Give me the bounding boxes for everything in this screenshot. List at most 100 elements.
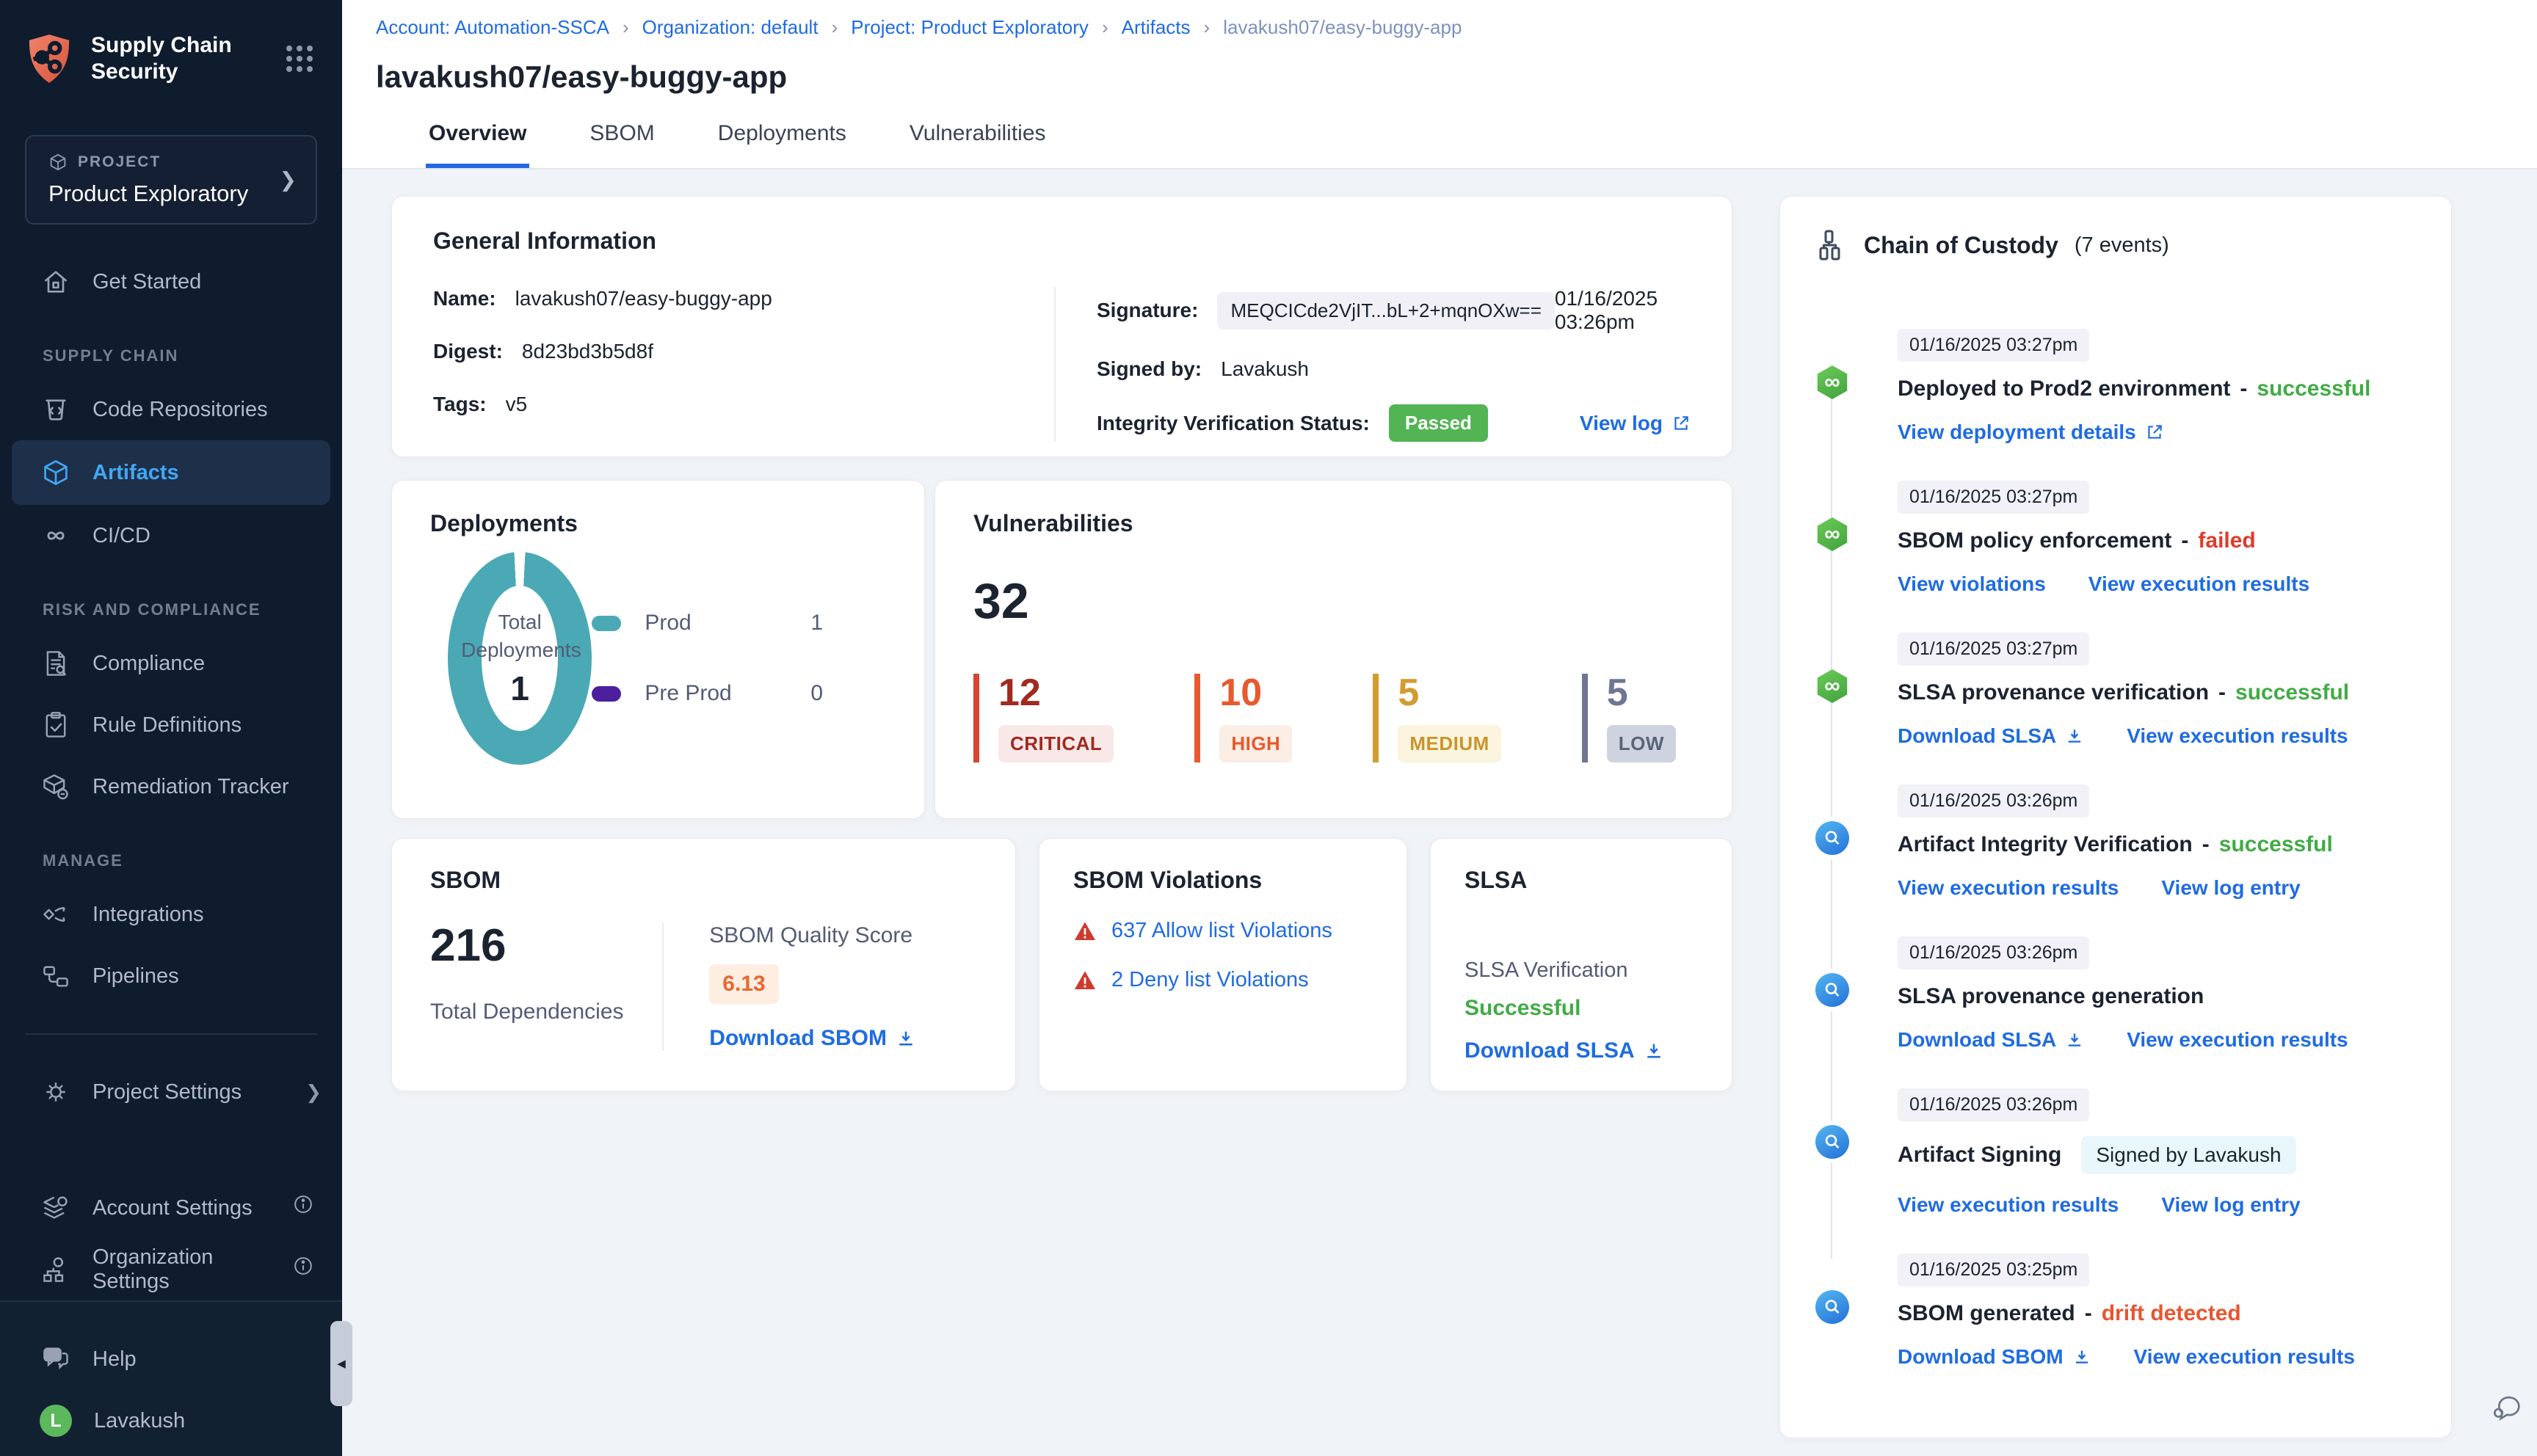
vulnerabilities-card: Vulnerabilities 32 12 CRITICAL 10 HIGH 5 [934, 480, 1732, 819]
pipeline-hexagon-icon: ∞ [1817, 365, 1848, 399]
project-selector[interactable]: PROJECT Product Exploratory ❯ [25, 135, 317, 225]
project-label: PROJECT [78, 153, 161, 170]
allow-list-violations-link[interactable]: 637 Allow list Violations [1111, 919, 1332, 943]
vulnerabilities-title: Vulnerabilities [973, 510, 1133, 536]
view-log-link[interactable]: View log [1580, 412, 1691, 435]
view-execution-results-link[interactable]: View execution results [2127, 724, 2348, 748]
artifact-tags-row: Tags: v5 [433, 393, 528, 415]
download-icon [896, 1028, 916, 1049]
event-timestamp: 01/16/2025 03:27pm [1898, 481, 2090, 514]
view-log-entry-link[interactable]: View log entry [2161, 1193, 2300, 1217]
sidebar-item-get-started[interactable]: Get Started [0, 251, 342, 313]
sidebar-collapse-handle[interactable]: ◀ [330, 1321, 352, 1406]
view-log-entry-link[interactable]: View log entry [2161, 876, 2300, 900]
general-information-card: General Information Name: lavakush07/eas… [391, 196, 1732, 457]
deployments-donut-chart: Total Deployments 1 [448, 552, 592, 765]
breadcrumb-current: lavakush07/easy-buggy-app [1223, 16, 1462, 38]
chain-of-custody-icon [1815, 229, 1848, 261]
tab-deployments[interactable]: Deployments [715, 121, 849, 168]
download-slsa-link[interactable]: Download SLSA [1898, 724, 2084, 748]
chat-support-icon[interactable] [2489, 1390, 2525, 1427]
breadcrumb-separator-icon: › [831, 16, 838, 38]
timeline-event-deployed-prod2: ∞ 01/16/2025 03:27pm Deployed to Prod2 e… [1815, 329, 2416, 444]
artifact-tags-value: v5 [505, 393, 528, 415]
avatar: L [40, 1405, 72, 1437]
page-title: lavakush07/easy-buggy-app [376, 59, 788, 94]
compliance-document-icon [41, 649, 70, 678]
view-execution-results-link[interactable]: View execution results [2088, 572, 2309, 596]
event-timestamp: 01/16/2025 03:25pm [1898, 1253, 2090, 1286]
severity-medium: 5 MEDIUM [1373, 674, 1501, 762]
scan-circle-icon [1815, 973, 1849, 1007]
chain-of-custody-title: Chain of Custody [1864, 231, 2058, 258]
info-icon [292, 1255, 322, 1284]
page-header: Account: Automation-SSCA › Organization:… [342, 0, 2537, 170]
content: General Information Name: lavakush07/eas… [342, 170, 2537, 1456]
download-sbom-link[interactable]: Download SBOM [709, 1026, 916, 1051]
sidebar-item-integrations[interactable]: Integrations [0, 884, 342, 945]
tab-sbom[interactable]: SBOM [587, 121, 657, 168]
integrity-status-row: Integrity Verification Status: Passed Vi… [1097, 404, 1691, 442]
view-execution-results-link[interactable]: View execution results [1898, 876, 2119, 900]
breadcrumb-organization[interactable]: Organization: default [642, 16, 819, 39]
sidebar-item-code-repositories[interactable]: Code Repositories [0, 379, 342, 440]
sidebar-item-account-settings[interactable]: Account Settings [0, 1177, 342, 1239]
tab-vulnerabilities[interactable]: Vulnerabilities [907, 121, 1049, 168]
prod-legend-swatch [592, 615, 622, 631]
event-timestamp: 01/16/2025 03:27pm [1898, 633, 2090, 666]
breadcrumb-artifacts[interactable]: Artifacts [1122, 16, 1191, 39]
timeline-event-sbom-generated: 01/16/2025 03:25pm SBOM generated - drif… [1815, 1253, 2416, 1369]
timeline-event-artifact-signing: 01/16/2025 03:26pm Artifact Signing Sign… [1815, 1088, 2416, 1217]
chevron-right-icon: ❯ [279, 168, 297, 192]
module-grid-icon[interactable] [283, 43, 316, 75]
view-execution-results-link[interactable]: View execution results [2127, 1028, 2348, 1052]
breadcrumb-account[interactable]: Account: Automation-SSCA [376, 16, 609, 39]
sidebar-item-remediation-tracker[interactable]: Remediation Tracker [0, 756, 342, 818]
donut-total-value: 1 [510, 669, 529, 707]
download-slsa-link[interactable]: Download SLSA [1465, 1038, 1664, 1063]
event-timestamp: 01/16/2025 03:27pm [1898, 329, 2090, 362]
nav-section-supply-chain: SUPPLY CHAIN [43, 346, 179, 365]
rule-definitions-clipboard-icon [41, 710, 70, 740]
timeline-event-slsa-verification: ∞ 01/16/2025 03:27pm SLSA provenance ver… [1815, 633, 2416, 748]
signed-by-value: Lavakush [1221, 357, 1309, 380]
integrations-icon [41, 900, 70, 929]
breadcrumb-project[interactable]: Project: Product Exploratory [851, 16, 1089, 39]
view-execution-results-link[interactable]: View execution results [2134, 1345, 2355, 1369]
view-violations-link[interactable]: View violations [1898, 572, 2046, 596]
help-button[interactable]: ? Help [0, 1328, 342, 1390]
account-settings-icon [41, 1193, 70, 1223]
warning-triangle-icon [1073, 969, 1097, 992]
sidebar-item-rule-definitions[interactable]: Rule Definitions [0, 694, 342, 756]
timeline-event-slsa-generation: 01/16/2025 03:26pm SLSA provenance gener… [1815, 936, 2416, 1052]
breadcrumb-separator-icon: › [1101, 16, 1108, 38]
artifact-digest-row: Digest: 8d23bd3b5d8f [433, 340, 653, 363]
deny-list-violations-link[interactable]: 2 Deny list Violations [1111, 968, 1309, 992]
cicd-infinity-icon [41, 521, 70, 550]
sidebar-item-cicd[interactable]: CI/CD [0, 505, 342, 567]
svg-text:?: ? [50, 1350, 55, 1361]
view-deployment-details-link[interactable]: View deployment details [1898, 421, 2164, 444]
main-area: Account: Automation-SSCA › Organization:… [342, 0, 2537, 1456]
deployments-legend: Prod 1 Pre Prod 0 [592, 611, 823, 706]
download-slsa-link[interactable]: Download SLSA [1898, 1028, 2084, 1052]
sidebar-divider [25, 1033, 317, 1035]
view-execution-results-link[interactable]: View execution results [1898, 1193, 2119, 1217]
general-information-title: General Information [433, 228, 657, 254]
download-icon [2065, 1030, 2084, 1049]
legend-item-pre-prod: Pre Prod 0 [592, 681, 823, 706]
sbom-violations-title: SBOM Violations [1073, 867, 1263, 893]
signature-row: Signature: MEQCICde2VjIT...bL+2+mqnOXw==… [1097, 287, 1691, 334]
tab-overview[interactable]: Overview [426, 121, 530, 168]
artifact-name-row: Name: lavakush07/easy-buggy-app [433, 287, 772, 310]
artifact-digest-value: 8d23bd3b5d8f [521, 340, 653, 363]
download-sbom-link[interactable]: Download SBOM [1898, 1345, 2091, 1369]
sidebar-item-organization-settings[interactable]: Organization Settings [0, 1239, 342, 1300]
chain-of-custody-timeline: ∞ 01/16/2025 03:27pm Deployed to Prod2 e… [1815, 329, 2416, 1369]
project-name: Product Exploratory [48, 181, 249, 206]
sidebar-item-pipelines[interactable]: Pipelines [0, 945, 342, 1007]
sidebar-item-compliance[interactable]: Compliance [0, 633, 342, 694]
sidebar-item-artifacts[interactable]: Artifacts [12, 440, 330, 505]
sidebar-item-project-settings[interactable]: Project Settings ❯ [0, 1061, 342, 1123]
user-menu[interactable]: L Lavakush [0, 1390, 342, 1452]
